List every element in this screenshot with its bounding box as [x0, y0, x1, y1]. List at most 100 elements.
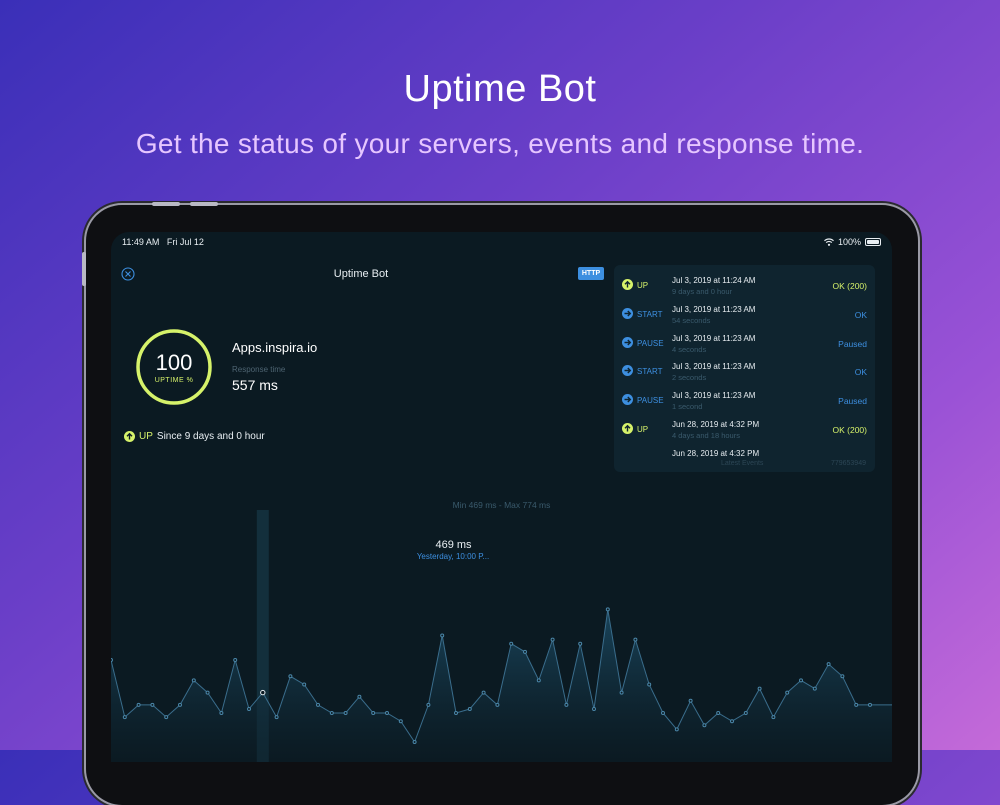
chart-point[interactable] — [854, 702, 859, 707]
chart-point[interactable] — [605, 607, 610, 612]
event-type: UP — [637, 281, 649, 290]
chart-point[interactable] — [661, 711, 665, 715]
uptime-label: UPTIME % — [154, 377, 194, 384]
chart-point[interactable] — [592, 707, 596, 711]
event-date: Jul 3, 2019 at 11:23 AM — [672, 391, 756, 401]
chart-point[interactable] — [495, 702, 500, 707]
chart-point[interactable] — [150, 702, 155, 707]
battery-percent: 100% — [837, 237, 861, 247]
chart-tooltip-time: Yesterday, 10:00 P... — [416, 552, 490, 561]
event-type: PAUSE — [637, 338, 664, 348]
nav-title: Uptime Bot — [333, 268, 389, 280]
chart-point[interactable] — [771, 715, 776, 720]
chart-point[interactable] — [385, 711, 389, 715]
chart-point[interactable] — [785, 690, 790, 695]
chart-point[interactable] — [329, 711, 334, 715]
chart-point[interactable] — [868, 702, 872, 707]
chart-point[interactable] — [536, 678, 541, 683]
chart-point[interactable] — [111, 658, 113, 662]
chart-point[interactable] — [122, 715, 127, 720]
event-row[interactable]: START Jul 3, 2019 at 11:23 AM 2 seconds OK — [614, 356, 875, 384]
hero-title: Uptime Bot — [403, 68, 597, 110]
status-date: Fri Jul 12 — [166, 237, 204, 247]
chart-point[interactable] — [178, 702, 182, 707]
chart-point[interactable] — [481, 690, 486, 695]
status-bar: 11:49 AM Fri Jul 12 100% — [122, 237, 881, 251]
chart-point[interactable] — [702, 723, 707, 728]
event-date: Jun 28, 2019 at 4:32 PM — [672, 448, 760, 458]
status-word: UP — [139, 431, 153, 442]
chart-point[interactable] — [812, 686, 817, 691]
event-row[interactable]: PAUSE Jul 3, 2019 at 11:23 AM 4 seconds Pau… — [614, 328, 875, 356]
chart-point[interactable] — [799, 678, 803, 683]
event-duration: 1 second — [672, 402, 703, 412]
chart-point[interactable] — [316, 702, 320, 707]
chart-point[interactable] — [550, 637, 555, 642]
chart-point-selected[interactable] — [260, 689, 266, 696]
chart-point[interactable] — [440, 633, 445, 638]
events-panel[interactable]: UP Jul 3, 2019 at 11:24 AM 9 days and 0 ho… — [614, 265, 875, 472]
chart-point[interactable] — [191, 678, 196, 683]
chart-point[interactable] — [467, 707, 472, 711]
chart-point[interactable] — [136, 702, 141, 707]
event-type: START — [637, 367, 663, 377]
chart-point[interactable] — [840, 674, 845, 679]
chart-point[interactable] — [743, 711, 748, 715]
right-arrow-icon — [622, 307, 633, 319]
event-status: Paused — [838, 338, 867, 349]
event-row[interactable]: START Jul 3, 2019 at 11:23 AM 54 seconds OK — [614, 299, 875, 327]
event-duration: 54 seconds — [672, 315, 711, 325]
chart-point[interactable] — [647, 682, 652, 687]
chart-point[interactable] — [454, 711, 458, 715]
event-duration: 9 days and 0 hour — [672, 287, 733, 296]
chart-point[interactable] — [633, 637, 638, 642]
chart-point[interactable] — [302, 682, 307, 687]
status-indicators: 100% — [824, 237, 881, 247]
event-row[interactable]: UP Jun 28, 2019 at 4:32 PM 4 days and 18 h… — [614, 414, 875, 442]
event-duration: 4 seconds — [672, 344, 707, 354]
chart-point[interactable] — [357, 694, 362, 699]
power-button — [82, 252, 86, 286]
event-duration: 4 days and 18 hours — [672, 431, 740, 440]
chart-point[interactable] — [688, 698, 693, 703]
chart-point[interactable] — [716, 711, 721, 715]
event-type: UP — [637, 425, 649, 434]
chart-point[interactable] — [274, 715, 279, 720]
chart-point[interactable] — [564, 702, 569, 707]
chart-point[interactable] — [619, 690, 624, 695]
event-type: START — [637, 309, 663, 319]
status-row: UP Since 9 days and 0 hour — [124, 431, 265, 442]
event-row[interactable]: UP Jul 3, 2019 at 11:24 AM 9 days and 0 ho… — [614, 270, 875, 298]
chart-point[interactable] — [674, 727, 679, 732]
response-time-label: Response time — [232, 365, 286, 374]
chart-point[interactable] — [164, 715, 169, 720]
event-duration: 2 seconds — [672, 373, 707, 383]
event-type: PAUSE — [637, 396, 664, 406]
chart-point[interactable] — [509, 641, 514, 646]
chart-point[interactable] — [233, 658, 238, 662]
chart-point[interactable] — [219, 711, 224, 715]
right-arrow-icon — [622, 365, 633, 377]
chart-point[interactable] — [371, 711, 376, 715]
http-badge[interactable]: HTTP — [578, 267, 604, 280]
chart-point[interactable] — [578, 641, 583, 646]
chart-point[interactable] — [426, 702, 431, 707]
event-status: OK (200) — [832, 425, 868, 435]
chart-point[interactable] — [288, 674, 293, 679]
hero-subtitle: Get the status of your servers, events a… — [135, 128, 865, 159]
chart-point[interactable] — [757, 686, 762, 691]
chart-point[interactable] — [730, 719, 734, 724]
event-status: OK (200) — [832, 281, 868, 291]
chart-point[interactable] — [343, 711, 348, 715]
events-footer-id: 779653949 — [830, 460, 866, 467]
monitor-name: Apps.inspira.io — [232, 340, 318, 355]
chart-point[interactable] — [523, 649, 527, 654]
chart-point[interactable] — [398, 719, 403, 724]
chart-point[interactable] — [412, 740, 417, 744]
chart-point[interactable] — [205, 690, 210, 695]
event-row[interactable]: PAUSE Jul 3, 2019 at 11:23 AM 1 second Paus… — [614, 385, 875, 413]
chart-point[interactable] — [247, 707, 251, 711]
response-time-chart[interactable] — [111, 507, 892, 762]
response-time-value: 557 ms — [232, 377, 278, 393]
chart-point[interactable] — [826, 662, 831, 667]
